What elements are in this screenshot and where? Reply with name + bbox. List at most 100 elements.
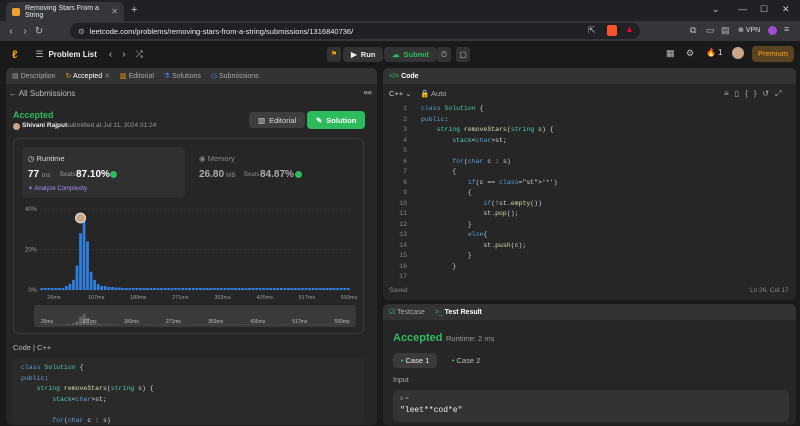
all-submissions-link[interactable]: ← All Submissions bbox=[9, 89, 75, 98]
code-line[interactable]: 13 else{ bbox=[389, 230, 789, 241]
wallet-icon[interactable]: ▤ bbox=[721, 25, 730, 36]
vpn-button[interactable]: ⊕ VPN bbox=[738, 26, 760, 34]
menu-icon[interactable]: ≡ bbox=[784, 24, 789, 34]
code-line[interactable]: 17 bbox=[389, 272, 789, 279]
format-icon[interactable]: ≡ bbox=[724, 89, 735, 98]
tab-accepted[interactable]: ↻ Accepted ✕ bbox=[66, 72, 110, 80]
premium-button[interactable]: Premium bbox=[752, 46, 794, 62]
leetcode-logo-icon[interactable]: ℓ bbox=[12, 49, 17, 61]
histogram-bar bbox=[269, 288, 272, 290]
timer-icon[interactable]: ⏱ bbox=[437, 47, 451, 62]
code-line[interactable]: 1class Solution { bbox=[389, 104, 789, 115]
x-tick-label: 599ms bbox=[341, 295, 358, 301]
editor-tab[interactable]: </> Code bbox=[389, 73, 419, 80]
next-problem-icon[interactable]: › bbox=[122, 49, 125, 60]
run-button[interactable]: ▶Run bbox=[343, 47, 383, 62]
tab-editorial[interactable]: ▥ Editorial bbox=[120, 72, 154, 80]
editorial-button[interactable]: ▥Editorial bbox=[249, 112, 305, 128]
histogram-bar bbox=[181, 288, 184, 290]
snippet-line: public: bbox=[21, 374, 356, 385]
bookmark-icon[interactable]: ▯ bbox=[735, 89, 745, 98]
extensions-icon[interactable]: ⧉ bbox=[690, 25, 696, 36]
histogram-bar bbox=[93, 280, 96, 290]
tab-description[interactable]: ▤ Description bbox=[12, 72, 56, 80]
code-line[interactable]: 5 bbox=[389, 146, 789, 157]
forward-icon[interactable]: › bbox=[18, 26, 32, 37]
expand-icon[interactable]: ⤢ bbox=[775, 89, 787, 98]
case-2-label: Case 2 bbox=[456, 356, 480, 365]
code-line[interactable]: 3 string removeStars(string s) { bbox=[389, 125, 789, 136]
window-close-icon[interactable]: ✕ bbox=[782, 4, 790, 15]
reload-icon[interactable]: ↻ bbox=[32, 26, 46, 37]
case-2-button[interactable]: • Case 2 bbox=[446, 353, 486, 368]
code-line[interactable]: 7 { bbox=[389, 167, 789, 178]
histogram-bar bbox=[245, 288, 248, 290]
code-area[interactable]: 1class Solution {2public:3 string remove… bbox=[389, 104, 789, 279]
code-line[interactable]: 15 } bbox=[389, 251, 789, 262]
problem-list-link[interactable]: Problem List bbox=[48, 50, 96, 59]
maximize-icon[interactable]: ☐ bbox=[760, 4, 768, 15]
analyze-complexity-link[interactable]: ✦ Analyze Complexity bbox=[28, 185, 87, 192]
streak-counter[interactable]: 🔥1 bbox=[706, 48, 722, 57]
rewards-icon[interactable]: ▲ bbox=[625, 24, 634, 34]
code-line[interactable]: 10 if(!st.empty()) bbox=[389, 199, 789, 210]
address-bar[interactable]: ⚙ leetcode.com/problems/removing-stars-f… bbox=[70, 23, 640, 39]
submit-button[interactable]: ☁Submit bbox=[384, 47, 437, 62]
code-line[interactable]: 14 st.push(c); bbox=[389, 241, 789, 252]
tab-accepted-label: Accepted bbox=[73, 73, 102, 80]
site-info-icon[interactable]: ⚙ bbox=[78, 27, 85, 36]
leetcode-favicon-icon bbox=[12, 8, 20, 16]
histogram-bar bbox=[157, 288, 160, 290]
histogram-bar bbox=[139, 288, 142, 290]
code-line[interactable]: 11 st.pop(); bbox=[389, 209, 789, 220]
solution-button[interactable]: ✎Solution bbox=[307, 111, 365, 129]
avatar[interactable] bbox=[732, 47, 744, 59]
close-tab-icon[interactable]: ✕ bbox=[104, 73, 110, 80]
tab-testcase[interactable]: ☑ Testcase bbox=[389, 308, 425, 316]
memory-label[interactable]: ◉ Memory bbox=[199, 154, 235, 163]
braces-icon[interactable]: {} bbox=[745, 89, 762, 98]
editor-header: </> Code bbox=[383, 68, 796, 84]
code-line[interactable]: 4 stack<char>st; bbox=[389, 136, 789, 147]
code-line[interactable]: 16 } bbox=[389, 262, 789, 273]
code-line[interactable]: 6 for(char c : s) bbox=[389, 157, 789, 168]
debug-icon[interactable]: ⚑ bbox=[327, 47, 341, 62]
tab-search-icon[interactable]: ⌄ bbox=[712, 4, 720, 15]
histogram-bar bbox=[97, 284, 100, 290]
back-icon[interactable]: ‹ bbox=[4, 26, 18, 37]
browser-tab[interactable]: Removing Stars From a String ✕ bbox=[6, 2, 124, 21]
reset-icon[interactable]: ↺ bbox=[762, 89, 775, 98]
close-tab-icon[interactable]: ✕ bbox=[111, 7, 118, 16]
streak-value: 1 bbox=[718, 48, 722, 57]
code-line[interactable]: 2public: bbox=[389, 115, 789, 126]
settings-icon[interactable]: ⚙ bbox=[686, 48, 694, 59]
runtime-distribution-chart[interactable]: 40%20%0%26ms107ms189ms271ms353ms435ms517… bbox=[20, 200, 360, 330]
layout-icon[interactable]: ▦ bbox=[666, 48, 675, 59]
profile-icon[interactable] bbox=[768, 26, 777, 35]
code-line[interactable]: 8 if(c == class="st">'*') bbox=[389, 178, 789, 189]
link-icon[interactable]: ⚯ bbox=[364, 88, 372, 99]
prev-problem-icon[interactable]: ‹ bbox=[109, 49, 112, 60]
code-line[interactable]: 9 { bbox=[389, 188, 789, 199]
sidebar-toggle-icon[interactable]: ▭ bbox=[706, 25, 715, 36]
code-snippet: class Solution {public: string removeSta… bbox=[13, 357, 364, 425]
memory-label-text: Memory bbox=[208, 154, 235, 163]
auto-mode[interactable]: 🔒 Auto bbox=[420, 89, 446, 98]
new-tab-icon[interactable]: + bbox=[131, 4, 137, 16]
username[interactable]: Shivani Rajput bbox=[22, 122, 67, 129]
tab-test-result[interactable]: >_ Test Result bbox=[435, 309, 482, 316]
code-line[interactable]: 12 } bbox=[389, 220, 789, 231]
histogram-bar bbox=[114, 288, 117, 290]
y-tick-label: 0% bbox=[28, 288, 37, 294]
notes-icon[interactable]: ▢ bbox=[456, 47, 470, 62]
tab-submissions[interactable]: ◷ Submissions bbox=[211, 72, 259, 80]
language-select[interactable]: C++ ⌄ bbox=[389, 89, 412, 98]
shuffle-icon[interactable]: ⤮ bbox=[136, 49, 143, 60]
brave-shield-icon[interactable] bbox=[607, 25, 617, 36]
minimize-icon[interactable]: — bbox=[738, 4, 747, 14]
case-1-button[interactable]: • Case 1 bbox=[393, 353, 437, 368]
share-icon[interactable]: ⇱ bbox=[588, 25, 596, 36]
list-icon[interactable]: ☰ bbox=[35, 49, 43, 60]
histogram-bar bbox=[217, 288, 220, 290]
tab-solutions[interactable]: ⚗ Solutions bbox=[164, 72, 201, 80]
